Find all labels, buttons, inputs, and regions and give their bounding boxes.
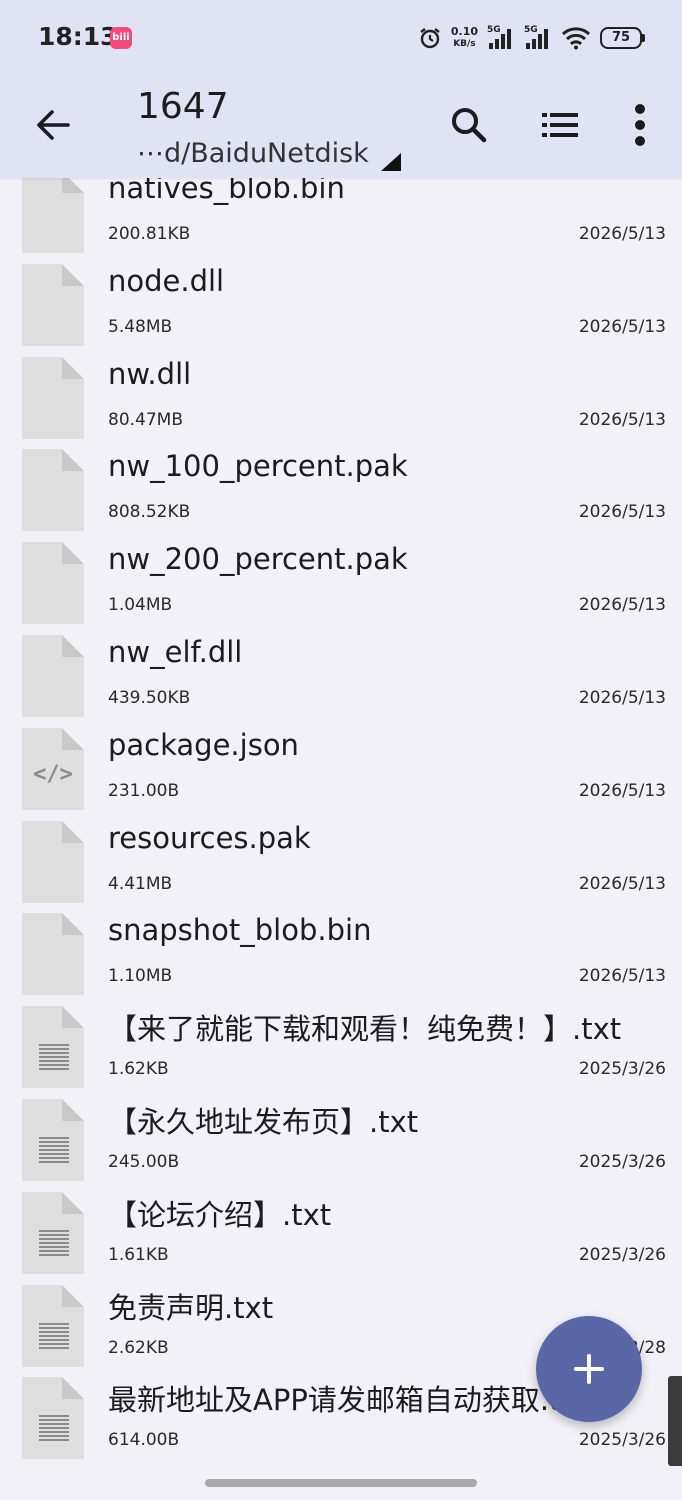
back-button[interactable] [30,102,76,148]
alarm-icon [420,28,440,49]
file-name: package.json [108,727,299,762]
file-row[interactable]: snapshot_blob.bin 1.10MB 2026/5/13 [0,913,682,1006]
signal-5g-icon: 5G [487,25,515,51]
file-date: 2025/3/26 [578,1059,666,1080]
text-file-icon [22,1377,84,1460]
more-vert-icon [635,104,645,146]
file-row[interactable]: </> package.json 231.00B 2026/5/13 [0,727,682,821]
file-name: 【来了就能下载和观看！纯免费！】.txt [108,1012,622,1047]
more-options-button[interactable] [615,100,665,150]
file-icon [22,449,84,532]
file-date: 2026/5/13 [578,224,666,244]
file-size: 1.04MB [108,595,173,616]
path-selector[interactable]: ⋯d/BaiduNetdisk [137,136,401,171]
code-file-icon: </> [22,727,84,810]
file-date: 2026/5/13 [578,595,666,616]
file-date: 2026/5/13 [578,502,666,523]
file-name: node.dll [108,263,225,298]
file-size: 2.62KB [108,1337,169,1358]
file-icon [22,913,84,996]
file-row[interactable]: nw.dll 80.47MB 2026/5/13 [0,356,682,450]
file-icon [22,263,84,346]
scrollbar-thumb[interactable] [668,1376,682,1466]
file-date: 2025/3/26 [578,1244,666,1265]
file-name: nw_elf.dll [108,635,243,669]
file-size: 245.00B [108,1152,180,1172]
file-icon [22,171,84,253]
file-row[interactable]: nw_100_percent.pak 808.52KB 2026/5/13 [0,449,682,542]
file-date: 2026/5/13 [578,316,666,337]
file-size: 5.48MB [108,316,173,337]
file-icon [22,356,84,439]
arrow-back-icon [37,110,70,140]
file-list[interactable]: natives_blob.bin 200.81KB 2026/5/13 node… [0,0,682,1500]
file-name: nw_200_percent.pak [108,542,408,577]
search-button[interactable] [444,100,494,150]
file-size: 200.81KB [108,224,191,244]
file-date: 2025/3/26 [578,1430,666,1451]
file-size: 4.41MB [108,873,173,894]
folder-title: 1647 [137,86,229,127]
file-date: 2026/5/13 [578,966,666,987]
text-file-icon [22,1284,84,1367]
file-size: 808.52KB [108,502,191,523]
search-icon [452,108,487,143]
bilibili-notification-icon: bili [110,27,132,49]
file-date: 2025/3/26 [578,1152,666,1172]
file-size: 1.61KB [108,1244,169,1265]
file-row[interactable]: 【论坛介绍】.txt 1.61KB 2025/3/26 [0,1191,682,1285]
file-icon [22,820,84,903]
list-view-icon [542,113,578,137]
network-speed: 0.10 KB/s [450,25,478,50]
file-row[interactable]: 【来了就能下载和观看！纯免费！】.txt 1.62KB 2025/3/26 [0,1006,682,1099]
file-size: 614.00B [108,1430,180,1451]
view-mode-button[interactable] [535,100,585,150]
file-size: 1.10MB [108,966,173,987]
status-bar: 18:13 bili 0.10 KB/s 5G 5G 75 [0,0,682,76]
file-date: 2026/5/13 [578,780,666,801]
file-name: nw.dll [108,356,192,391]
add-fab-button[interactable] [536,1316,642,1422]
file-name: 免责声明.txt [108,1290,274,1325]
file-size: 231.00B [108,780,180,801]
file-name: 【论坛介绍】.txt [108,1197,332,1232]
file-row[interactable]: 【永久地址发布页】.txt 245.00B 2025/3/26 [0,1099,682,1192]
file-date: 2026/5/13 [578,409,666,430]
home-indicator[interactable] [205,1479,477,1487]
file-row[interactable]: node.dll 5.48MB 2026/5/13 [0,263,682,357]
file-size: 439.50KB [108,688,191,708]
top-app-bar: 18:13 bili 0.10 KB/s 5G 5G 75 1647 ⋯d/Ba… [0,0,682,178]
wifi-icon [561,27,591,50]
status-time: 18:13 [38,22,118,51]
signal-5g-icon: 5G [524,25,552,51]
battery-indicator: 75 [600,27,645,49]
file-row[interactable]: natives_blob.bin 200.81KB 2026/5/13 [0,171,682,264]
file-row[interactable]: nw_elf.dll 439.50KB 2026/5/13 [0,635,682,728]
file-name: resources.pak [108,820,311,855]
file-name: 最新地址及APP请发邮箱自动获取.txt [108,1383,589,1418]
file-row[interactable]: resources.pak 4.41MB 2026/5/13 [0,820,682,914]
file-name: 【永久地址发布页】.txt [108,1105,419,1139]
plus-icon [574,1354,604,1384]
file-date: 2026/5/13 [578,688,666,708]
file-icon [22,542,84,625]
file-date: 2026/5/13 [578,873,666,894]
file-row[interactable]: nw_200_percent.pak 1.04MB 2026/5/13 [0,542,682,635]
file-size: 80.47MB [108,409,183,430]
text-file-icon [22,1191,84,1274]
file-size: 1.62KB [108,1059,169,1080]
file-name: snapshot_blob.bin [108,913,372,948]
text-file-icon [22,1099,84,1181]
dropdown-corner-icon [380,153,401,171]
file-name: nw_100_percent.pak [108,449,408,484]
current-path: ⋯d/BaiduNetdisk [137,137,369,169]
file-icon [22,635,84,717]
text-file-icon [22,1006,84,1089]
